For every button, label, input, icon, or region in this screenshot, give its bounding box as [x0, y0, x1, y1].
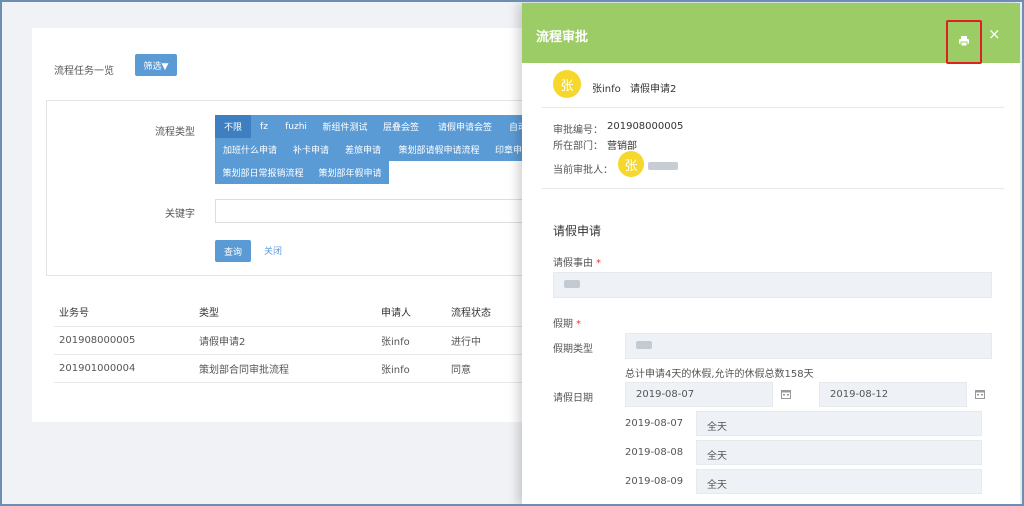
department-label: 所在部门： — [553, 141, 603, 152]
close-icon[interactable]: × — [988, 27, 1001, 42]
cell-type: 策划部合同审批流程 — [194, 354, 376, 383]
reason-field[interactable] — [553, 272, 992, 298]
approval-number-label: 审批编号： — [553, 125, 603, 136]
approver-avatar: 张 — [618, 151, 644, 177]
end-date-input[interactable]: 2019-08-12 — [819, 382, 967, 407]
filter-button[interactable]: 筛选▼ — [135, 54, 177, 76]
approval-number-value: 201908000005 — [607, 121, 684, 132]
table-header-row: 业务号 类型 申请人 流程状态 — [54, 298, 562, 327]
calendar-icon[interactable] — [776, 382, 796, 406]
tag-item[interactable]: 不限 — [215, 115, 251, 138]
approver-name-redacted — [648, 161, 678, 172]
flow-name: 请假申请2 — [630, 84, 677, 95]
table-row[interactable]: 201908000005 请假申请2 张info 进行中 — [54, 326, 562, 355]
day-date: 2019-08-07 — [625, 418, 684, 429]
cell-type: 请假申请2 — [194, 326, 376, 355]
keyword-label: 关键字 — [165, 209, 195, 220]
tag-item[interactable]: 层叠会签 — [375, 115, 427, 138]
period-label: 假期 * — [553, 319, 581, 330]
filter-panel: 流程类型 不限 fz fuzhi 新组件测试 层叠会签 请假申请会签 自动 加班… — [46, 100, 567, 276]
tag-item[interactable]: 差旅申请 — [337, 138, 389, 161]
tag-item[interactable]: 新组件测试 — [315, 115, 375, 138]
tag-item[interactable]: 请假申请会签 — [427, 115, 503, 138]
day-date: 2019-08-09 — [625, 476, 684, 487]
printer-icon[interactable] — [958, 35, 970, 50]
tag-item[interactable]: fz — [251, 115, 277, 138]
flow-type-tags: 不限 fz fuzhi 新组件测试 层叠会签 请假申请会签 自动 加班什么申请 … — [215, 115, 567, 185]
cell-number: 201908000005 — [54, 326, 194, 355]
calendar-icon[interactable] — [970, 382, 990, 406]
tag-item[interactable]: 策划部日常报销流程 — [215, 161, 311, 184]
flow-type-label: 流程类型 — [155, 127, 195, 138]
task-list-card: 流程任务一览 筛选▼ 流程类型 不限 fz fuzhi 新组件测试 层叠会签 请… — [32, 28, 567, 422]
cell-applicant: 张info — [376, 326, 446, 355]
tag-item[interactable]: 加班什么申请 — [215, 138, 285, 161]
drawer-title: 流程审批 — [536, 30, 589, 45]
tag-item[interactable]: 策划部年假申请 — [311, 161, 389, 184]
col-header-applicant: 申请人 — [376, 298, 446, 327]
form-section-title: 请假申请 — [553, 224, 602, 238]
day-option-select[interactable]: 全天 — [696, 411, 982, 436]
leave-type-field[interactable] — [625, 333, 992, 359]
col-header-type: 类型 — [194, 298, 376, 327]
leave-date-label: 请假日期 — [553, 393, 593, 404]
page-title: 流程任务一览 — [54, 66, 114, 77]
day-option-select[interactable]: 全天 — [696, 469, 982, 494]
tag-item[interactable]: fuzhi — [277, 115, 315, 138]
leave-type-label: 假期类型 — [553, 344, 593, 355]
current-approver-label: 当前审批人： — [553, 165, 613, 176]
cell-number: 201901000004 — [54, 354, 194, 383]
drawer-header: 流程审批 × — [522, 3, 1020, 64]
divider — [542, 107, 1004, 108]
print-button[interactable] — [946, 20, 982, 64]
close-filter-link[interactable]: 关闭 — [264, 244, 282, 257]
approval-drawer: 流程审批 × 张 张info 请假申请2 审批编号： 201908000005 … — [522, 3, 1020, 506]
day-option-select[interactable]: 全天 — [696, 440, 982, 465]
col-header-number: 业务号 — [54, 298, 194, 327]
task-table: 业务号 类型 申请人 流程状态 201908000005 请假申请2 张info… — [54, 298, 562, 383]
table-row[interactable]: 201901000004 策划部合同审批流程 张info 同意 — [54, 354, 562, 383]
cell-applicant: 张info — [376, 354, 446, 383]
leave-summary: 总计申请4天的休假,允许的休假总数158天 — [625, 369, 814, 380]
applicant-avatar: 张 — [553, 70, 581, 98]
department-value: 营销部 — [607, 141, 637, 152]
start-date-input[interactable]: 2019-08-07 — [625, 382, 773, 407]
tag-item[interactable]: 补卡申请 — [285, 138, 337, 161]
day-date: 2019-08-08 — [625, 447, 684, 458]
applicant-name: 张info — [592, 84, 621, 95]
query-button[interactable]: 查询 — [215, 240, 251, 262]
keyword-input[interactable] — [215, 199, 567, 223]
tag-item[interactable]: 策划部请假申请流程 — [389, 138, 489, 161]
reason-label: 请假事由 * — [553, 258, 601, 269]
divider — [542, 188, 1004, 189]
